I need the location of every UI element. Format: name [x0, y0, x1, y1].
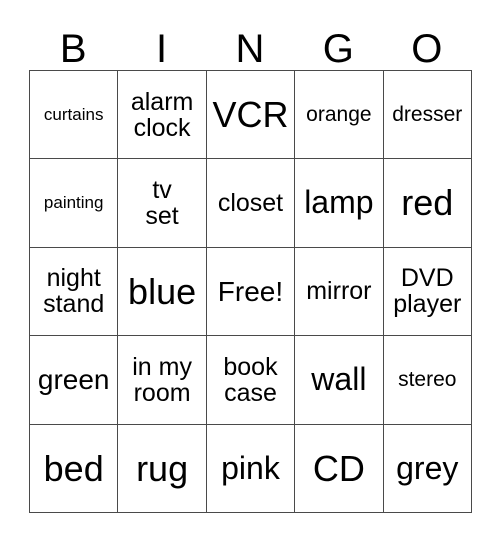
bingo-cell-label: mirror — [306, 277, 372, 306]
bingo-row: night stand blue Free! mirror DVD player — [28, 246, 472, 337]
bingo-cell-label: grey — [396, 449, 459, 486]
bingo-header-letter-g: G — [322, 27, 354, 71]
bingo-cell[interactable]: in my room — [117, 335, 207, 425]
bingo-row: green in my room book case wall stereo — [28, 335, 472, 425]
bingo-cell[interactable]: green — [28, 335, 119, 425]
bingo-cell[interactable]: closet — [205, 158, 296, 248]
bingo-cell[interactable]: bed — [28, 423, 119, 513]
bingo-cell-label: painting — [43, 193, 104, 213]
bingo-cell-label: tv set — [145, 176, 179, 231]
bingo-cell[interactable]: VCR — [205, 69, 296, 160]
bingo-cell-label: blue — [128, 270, 197, 312]
bingo-cell[interactable]: blue — [117, 246, 207, 337]
bingo-cell[interactable]: DVD player — [382, 246, 472, 337]
bingo-cell[interactable]: stereo — [382, 335, 472, 425]
bingo-cell-free[interactable]: Free! — [205, 246, 296, 337]
bingo-row: bed rug pink CD grey — [28, 423, 472, 513]
bingo-cell[interactable]: rug — [117, 423, 207, 513]
bingo-header-row: B I N G O — [29, 22, 471, 70]
bingo-cell-label: wall — [311, 361, 367, 398]
bingo-cell-label: orange — [306, 102, 372, 126]
bingo-cell-label: in my room — [132, 352, 192, 407]
bingo-cell-label: VCR — [212, 93, 289, 135]
bingo-cell[interactable]: dresser — [382, 69, 472, 160]
bingo-cell[interactable]: lamp — [294, 158, 384, 248]
bingo-cell-label: lamp — [304, 184, 374, 221]
bingo-cell[interactable]: tv set — [117, 158, 207, 248]
bingo-header-letter-i: I — [156, 27, 168, 71]
bingo-header-letter-b: B — [59, 27, 87, 71]
bingo-cell[interactable]: painting — [28, 158, 119, 248]
bingo-cell-label: pink — [221, 449, 280, 486]
bingo-row: curtains alarm clock VCR orange dresser — [28, 69, 472, 160]
bingo-cell-label: curtains — [43, 104, 104, 124]
bingo-cell-label: night stand — [43, 264, 105, 319]
bingo-cell[interactable]: night stand — [28, 246, 119, 337]
bingo-cell[interactable]: wall — [294, 335, 384, 425]
bingo-cell-label: Free! — [217, 275, 284, 307]
bingo-cell[interactable]: mirror — [294, 246, 384, 337]
bingo-cell-label: closet — [217, 189, 284, 218]
bingo-header-letter-o: O — [411, 27, 443, 71]
bingo-cell[interactable]: book case — [205, 335, 296, 425]
bingo-cell-label: dresser — [392, 102, 463, 126]
bingo-cell[interactable]: CD — [294, 423, 384, 513]
bingo-cell[interactable]: orange — [294, 69, 384, 160]
bingo-cell-label: CD — [312, 447, 365, 489]
bingo-cell-label: green — [37, 364, 110, 396]
bingo-cell-label: rug — [136, 447, 189, 489]
bingo-cell[interactable]: red — [382, 158, 472, 248]
bingo-cell-label: red — [401, 182, 454, 224]
bingo-cell[interactable]: curtains — [28, 69, 119, 160]
bingo-cell[interactable]: alarm clock — [117, 69, 207, 160]
bingo-cell-label: book case — [223, 352, 278, 407]
bingo-card: B I N G O curtains alarm clock VCR orang… — [28, 22, 472, 513]
bingo-header-letter-n: N — [235, 27, 265, 71]
bingo-cell-label: alarm clock — [130, 87, 194, 142]
bingo-cell-label: bed — [43, 447, 104, 489]
bingo-grid: curtains alarm clock VCR orange dresser … — [28, 69, 472, 513]
bingo-cell[interactable]: grey — [382, 423, 472, 513]
bingo-cell-label: DVD player — [393, 264, 462, 319]
bingo-cell-label: stereo — [398, 367, 457, 391]
bingo-row: painting tv set closet lamp red — [28, 158, 472, 248]
bingo-cell[interactable]: pink — [205, 423, 296, 513]
